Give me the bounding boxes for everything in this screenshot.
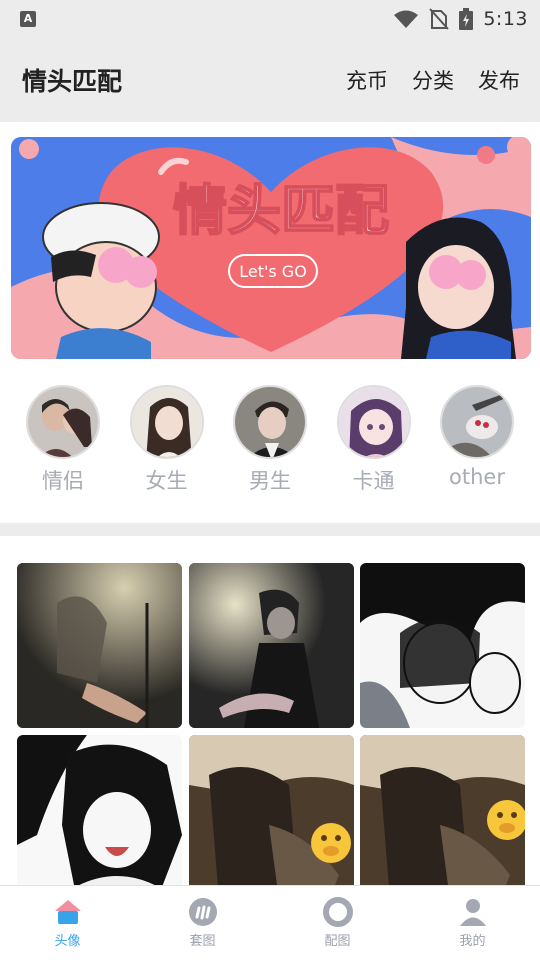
nav-label: 头像 (54, 934, 81, 949)
battery-icon (459, 7, 474, 30)
grid-tile[interactable] (189, 563, 354, 728)
grid-tile[interactable] (17, 735, 182, 900)
category-girl[interactable]: 女生 (129, 385, 204, 495)
category-button[interactable]: 分类 (412, 65, 454, 95)
no-sim-icon (429, 7, 450, 30)
app-screen: A 5:13 情头匹配 充币 分类 发布 情头匹配 Let's GO 情侣 女生… (0, 0, 540, 960)
night-hands-photo (17, 563, 182, 728)
category-avatar-cartoon (336, 385, 411, 459)
category-label: 男生 (249, 469, 291, 493)
status-bar: A 5:13 (0, 0, 540, 37)
grid-icon (188, 898, 217, 926)
category-couple[interactable]: 情侣 (26, 385, 100, 495)
banner-title: 情头匹配 (173, 179, 389, 242)
promo-banner[interactable]: 情头匹配 Let's GO (11, 137, 531, 359)
category-avatar-boy (233, 385, 307, 459)
status-icons: 5:13 (393, 7, 528, 30)
nav-label: 我的 (459, 934, 486, 949)
clock: 5:13 (483, 7, 528, 30)
nav-sets[interactable]: 套图 (135, 886, 270, 960)
wifi-icon (394, 10, 419, 28)
nav-avatar[interactable]: 头像 (0, 886, 135, 960)
ring-icon (322, 897, 353, 927)
category-avatar-couple (26, 385, 100, 459)
banner-artwork: 情头匹配 Let's GO (11, 137, 531, 359)
grid-tile[interactable] (360, 563, 525, 728)
publish-button[interactable]: 发布 (478, 65, 520, 95)
section-divider (0, 523, 540, 536)
category-label: 女生 (145, 469, 188, 493)
category-avatar-other (440, 385, 514, 459)
house-icon (54, 900, 81, 924)
category-row: 情侣 女生 男生 卡通 other (0, 385, 540, 495)
category-cartoon[interactable]: 卡通 (336, 385, 411, 495)
page-title: 情头匹配 (22, 66, 123, 96)
category-boy[interactable]: 男生 (233, 385, 307, 495)
user-icon (459, 899, 486, 926)
anime-girl-photo (17, 735, 182, 900)
nav-mine[interactable]: 我的 (405, 886, 540, 960)
couple-selfie-photo (189, 735, 354, 900)
category-label: other (449, 465, 505, 489)
category-label: 情侣 (42, 469, 84, 493)
notification-app-icon: A (20, 10, 36, 27)
app-header: 情头匹配 充币 分类 发布 (0, 37, 540, 122)
bottom-nav: 头像 套图 配图 我的 (0, 885, 540, 960)
grid-tile[interactable] (17, 563, 182, 728)
anime-couple-photo (360, 563, 525, 728)
nav-match[interactable]: 配图 (270, 886, 405, 960)
category-avatar-girl (129, 385, 204, 459)
nav-label: 配图 (324, 934, 351, 949)
street-lamp-boy-photo (189, 563, 354, 728)
banner-badge: Let's GO (239, 262, 307, 281)
category-label: 卡通 (352, 469, 395, 493)
couple-selfie-photo-2 (360, 735, 525, 900)
header-actions: 充币 分类 发布 (346, 65, 520, 95)
grid-tile[interactable] (360, 735, 525, 900)
recharge-button[interactable]: 充币 (346, 65, 388, 95)
category-other[interactable]: other (440, 385, 514, 495)
nav-label: 套图 (189, 934, 216, 949)
grid-tile[interactable] (189, 735, 354, 900)
